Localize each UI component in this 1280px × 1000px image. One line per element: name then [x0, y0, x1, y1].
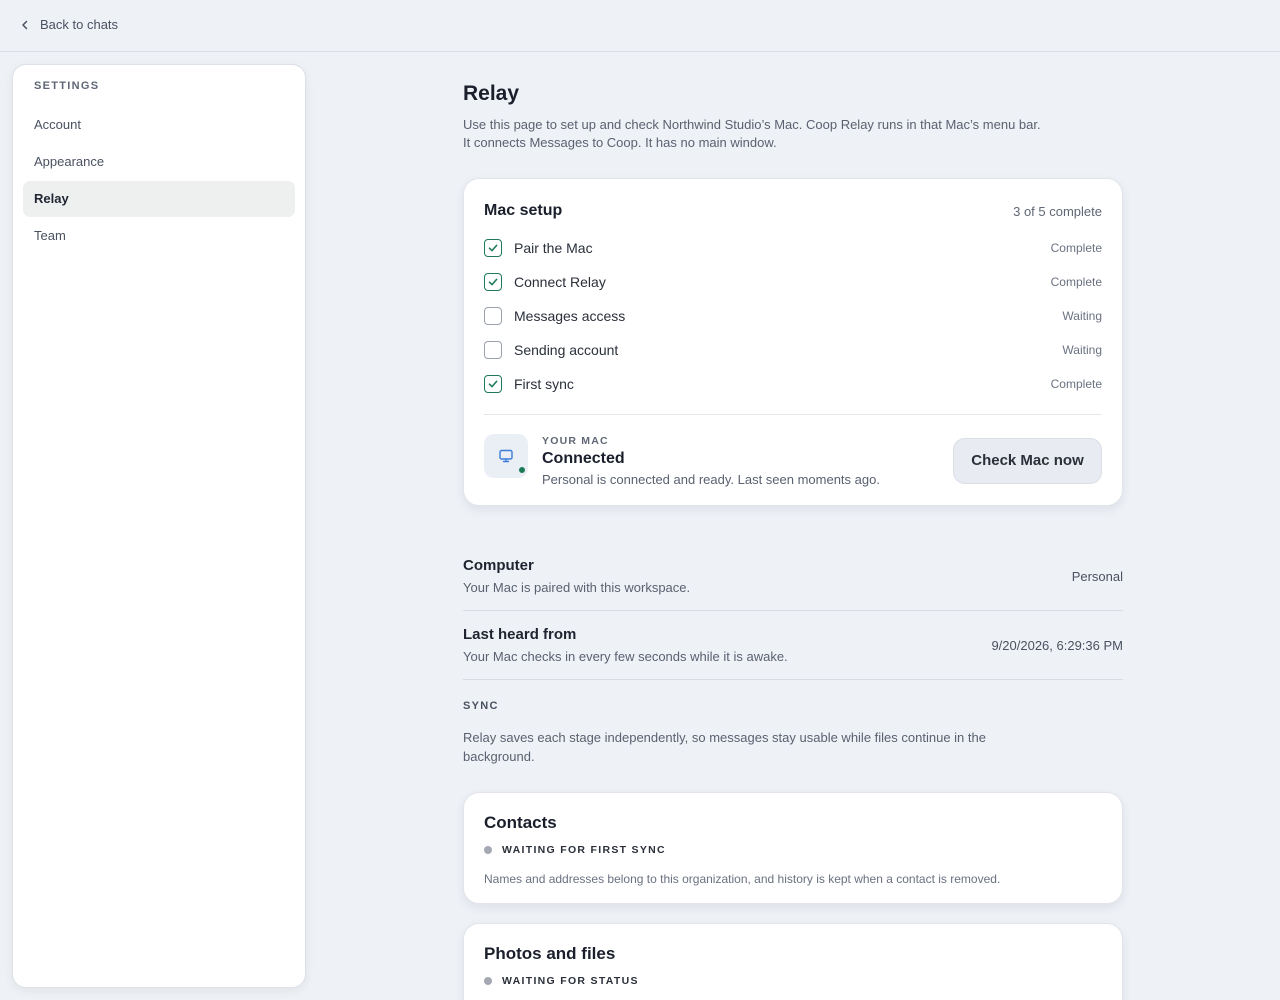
step-label: First sync [514, 376, 574, 392]
mac-setup-title: Mac setup [484, 202, 563, 219]
page-description-line-2: It connects Messages to Coop. It has no … [463, 135, 777, 150]
mac-setup-header: Mac setup 3 of 5 complete [484, 201, 1102, 221]
sidebar-item-team[interactable]: Team [23, 218, 295, 254]
status-dot [484, 846, 492, 854]
sync-description: Relay saves each stage independently, so… [463, 730, 986, 764]
step-label: Sending account [514, 342, 619, 358]
sync-status: WAITING FOR FIRST SYNC [484, 844, 1102, 856]
step-label: Connect Relay [514, 274, 606, 290]
info-row-last-heard: Last heard from Your Mac checks in every… [463, 611, 1123, 680]
sync-status: WAITING FOR STATUS [484, 975, 1102, 987]
sync-card-description: Names and addresses belong to this organ… [484, 872, 1001, 886]
setup-step: Pair the Mac Complete [484, 231, 1102, 265]
info-row-computer: Computer Your Mac is paired with this wo… [463, 542, 1123, 611]
info-title: Last heard from [463, 626, 577, 643]
main-content: Relay Use this page to set up and check … [463, 82, 1123, 1000]
sync-card-photos-files: Photos and files WAITING FOR STATUS [463, 923, 1123, 1000]
mac-connection-detail: Personal is connected and ready. Last se… [542, 472, 880, 487]
check-icon [488, 278, 498, 286]
settings-nav: Account Appearance Relay Team [23, 107, 295, 254]
sync-section: SYNC Relay saves each stage independentl… [463, 700, 1123, 766]
setup-step: Sending account Waiting [484, 333, 1102, 367]
sync-status-text: WAITING FOR STATUS [502, 975, 639, 987]
setup-divider [484, 414, 1102, 415]
info-value: Personal [1071, 568, 1123, 584]
step-checkbox[interactable] [484, 307, 502, 325]
online-status-dot [518, 466, 526, 474]
sync-status-text: WAITING FOR FIRST SYNC [502, 844, 666, 856]
mac-icon-box [484, 434, 528, 478]
settings-sidebar: SETTINGS Account Appearance Relay Team [12, 64, 306, 988]
step-checkbox[interactable] [484, 375, 502, 393]
sync-card-title: Photos and files [484, 944, 616, 963]
sync-card-contacts: Contacts WAITING FOR FIRST SYNC Names an… [463, 792, 1123, 904]
check-mac-now-button[interactable]: Check Mac now [953, 437, 1102, 484]
chevron-left-icon [22, 20, 28, 29]
sync-card-title: Contacts [484, 813, 557, 832]
sidebar-item-relay[interactable]: Relay [23, 181, 295, 217]
sidebar-item-appearance[interactable]: Appearance [23, 144, 295, 180]
mac-eyebrow: YOUR MAC [542, 435, 609, 447]
step-status: Waiting [1062, 309, 1102, 323]
check-icon [488, 244, 498, 252]
setup-steps: Pair the Mac Complete Connect Relay Comp… [484, 231, 1102, 401]
setup-step: First sync Complete [484, 367, 1102, 401]
step-status: Waiting [1062, 343, 1102, 357]
step-checkbox[interactable] [484, 273, 502, 291]
info-description: Your Mac checks in every few seconds whi… [463, 649, 788, 664]
setup-step: Connect Relay Complete [484, 265, 1102, 299]
step-status: Complete [1050, 275, 1102, 289]
back-to-chats-link[interactable]: Back to chats [20, 17, 118, 32]
setup-step: Messages access Waiting [484, 299, 1102, 333]
sync-heading: SYNC [463, 700, 499, 712]
page-description-line-1: Use this page to set up and check Northw… [463, 117, 1041, 132]
relay-info-list: Computer Your Mac is paired with this wo… [463, 542, 1123, 680]
back-to-chats-label: Back to chats [40, 17, 119, 32]
sidebar-item-account[interactable]: Account [23, 107, 295, 143]
step-label: Messages access [514, 308, 626, 324]
sidebar-heading: SETTINGS [34, 80, 100, 92]
info-title: Computer [463, 557, 534, 574]
top-bar: Back to chats [0, 0, 1280, 52]
monitor-icon [499, 449, 513, 463]
page-title: Relay [463, 82, 520, 105]
step-status: Complete [1050, 377, 1102, 391]
status-dot [484, 977, 492, 985]
step-label: Pair the Mac [514, 240, 593, 256]
mac-status-row: YOUR MAC Connected Personal is connected… [484, 434, 1102, 487]
page-description: Use this page to set up and check Northw… [463, 116, 1123, 152]
setup-progress: 3 of 5 complete [1013, 203, 1102, 219]
mac-connection-state: Connected [542, 450, 625, 467]
mac-setup-card: Mac setup 3 of 5 complete Pair the Mac C… [463, 178, 1123, 506]
info-value: 9/20/2026, 6:29:36 PM [991, 637, 1123, 653]
step-checkbox[interactable] [484, 239, 502, 257]
step-checkbox[interactable] [484, 341, 502, 359]
step-status: Complete [1050, 241, 1102, 255]
check-icon [488, 380, 498, 388]
info-description: Your Mac is paired with this workspace. [463, 580, 691, 595]
